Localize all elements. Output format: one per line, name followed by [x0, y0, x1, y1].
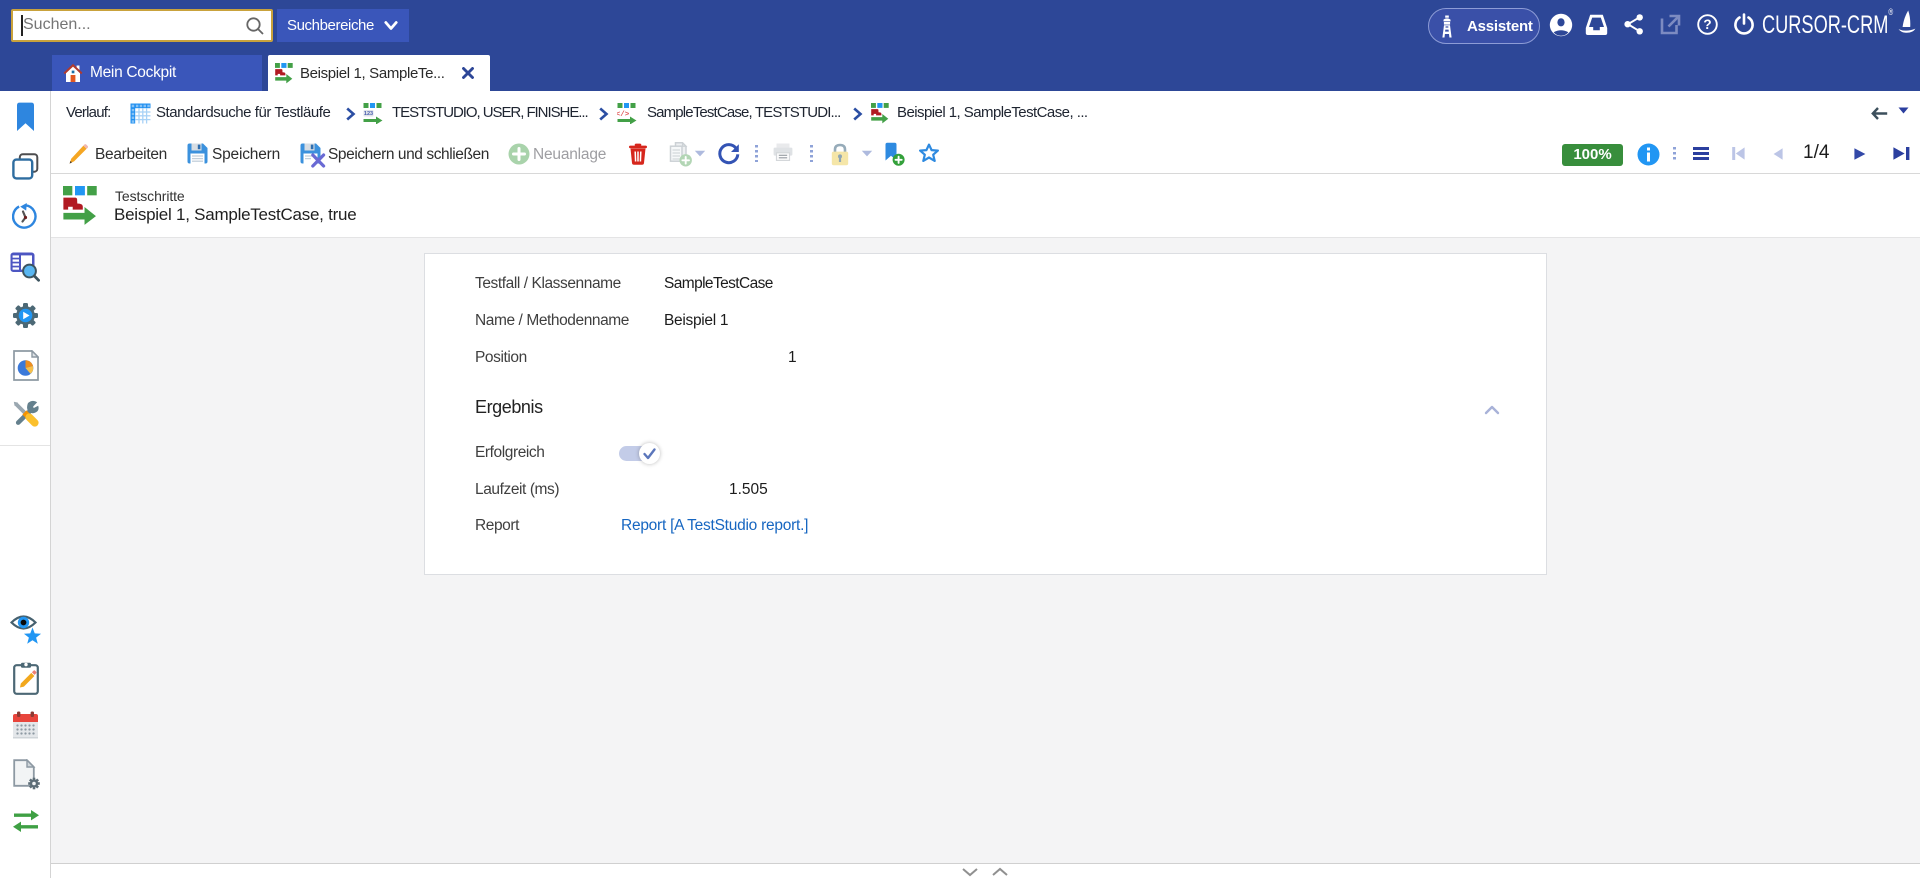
svg-text:?: ?	[1703, 17, 1711, 32]
svg-text:123: 123	[364, 111, 373, 117]
svg-text:</>: </>	[617, 111, 630, 119]
